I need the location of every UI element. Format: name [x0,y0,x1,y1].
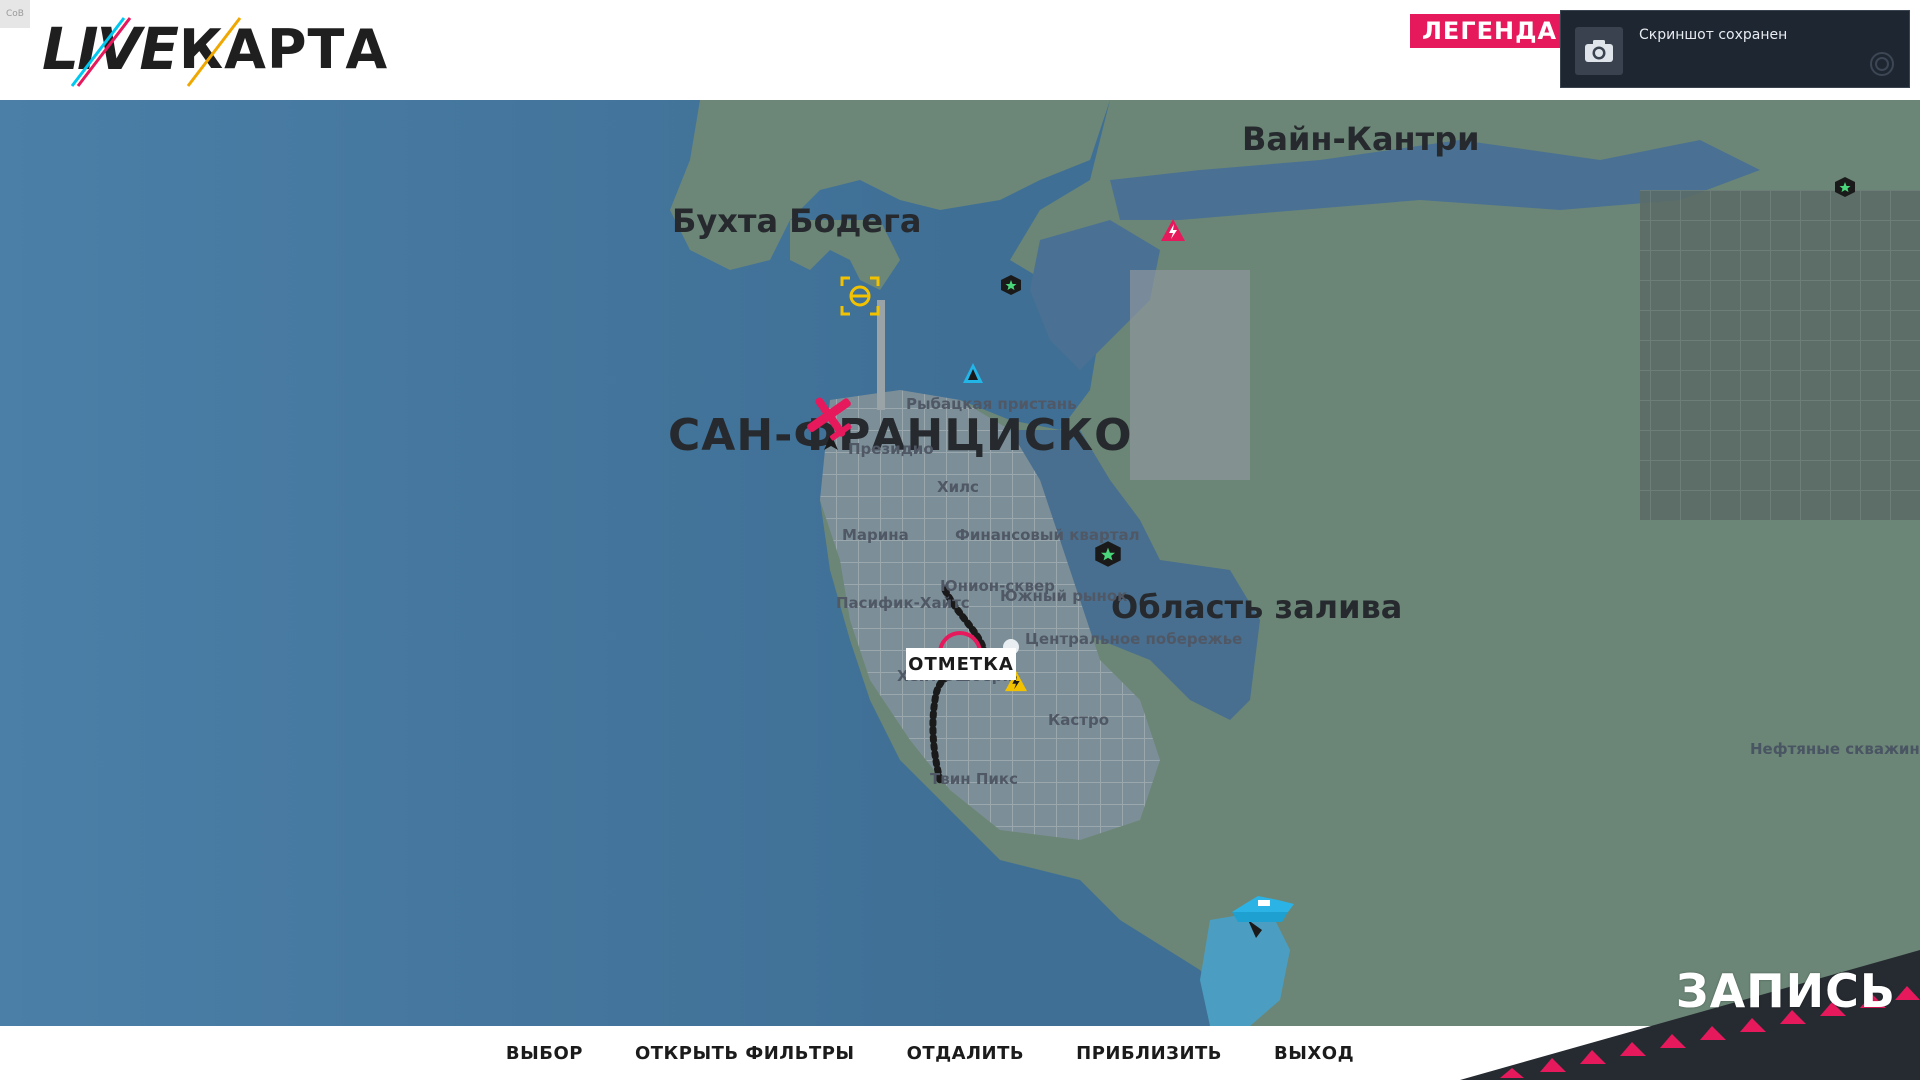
exit-button[interactable]: ВЫХОД [1274,1043,1354,1064]
region-label-oil-wells: Нефтяные скважины [1750,740,1920,758]
zoom-in-button[interactable]: ПРИБЛИЗИТЬ [1076,1043,1222,1064]
boat-icon[interactable] [1228,890,1298,940]
livekarta-logo: LIVE КАРТА [42,14,387,87]
district-label-marina: Марина [842,526,909,544]
open-filters-button[interactable]: ОТКРЫТЬ ФИЛЬТРЫ [635,1043,855,1064]
district-label-twin-peaks: Твин Пикс [930,770,1018,788]
waypoint-icon[interactable] [962,362,984,384]
port-area [1130,270,1250,480]
district-label-central-waterfront: Центральное побережье [1025,630,1243,648]
warning-icon[interactable] [1160,218,1186,242]
fps-counter: CoB [0,0,30,28]
screenshot-toast: Скриншот сохранен [1560,10,1910,88]
marker-label[interactable]: ОТМЕТКА [906,648,1016,680]
district-label-castro: Кастро [1048,711,1110,729]
map-terrain [0,100,1920,1026]
toast-message: Скриншот сохранен [1639,27,1788,43]
crate-icon[interactable] [1834,176,1856,198]
district-label-pacific-heights: Пасифик-Хайтс [836,594,970,612]
world-map[interactable]: Вайн-Кантри Бухта Бодега Область залива … [0,100,1920,1026]
plane-icon[interactable] [800,390,862,452]
select-button[interactable]: ВЫБОР [506,1043,583,1064]
zoom-out-button[interactable]: ОТДАЛИТЬ [907,1043,1025,1064]
top-header: CoB LIVE КАРТА ЛЕГЕНДА 16 Скриншот сохра… [0,0,1920,100]
logo-live-text: LIVE [42,15,179,83]
district-label-fishermans-wharf: Рыбацкая пристань [906,395,1077,413]
region-label-wine-country: Вайн-Кантри [1242,120,1480,158]
record-label: ЗАПИСЬ [1675,964,1896,1018]
region-label-bay-area: Область залива [1111,588,1403,626]
logo-karta-text: КАРТА [179,17,389,81]
target-icon[interactable] [840,276,880,316]
steam-spinner-icon [1870,52,1894,76]
legend-tag: ЛЕГЕНДА 16 [1410,14,1570,48]
bridge [877,300,885,410]
crate-icon[interactable] [1094,540,1122,568]
region-label-bodega-bay: Бухта Бодега [672,202,922,240]
district-label-south-market: Южный рынок [1000,587,1128,605]
district-label-hills: Хилс [937,478,979,496]
farm-fields [1640,190,1920,520]
crate-icon[interactable] [1000,274,1022,296]
camera-icon [1575,27,1623,75]
